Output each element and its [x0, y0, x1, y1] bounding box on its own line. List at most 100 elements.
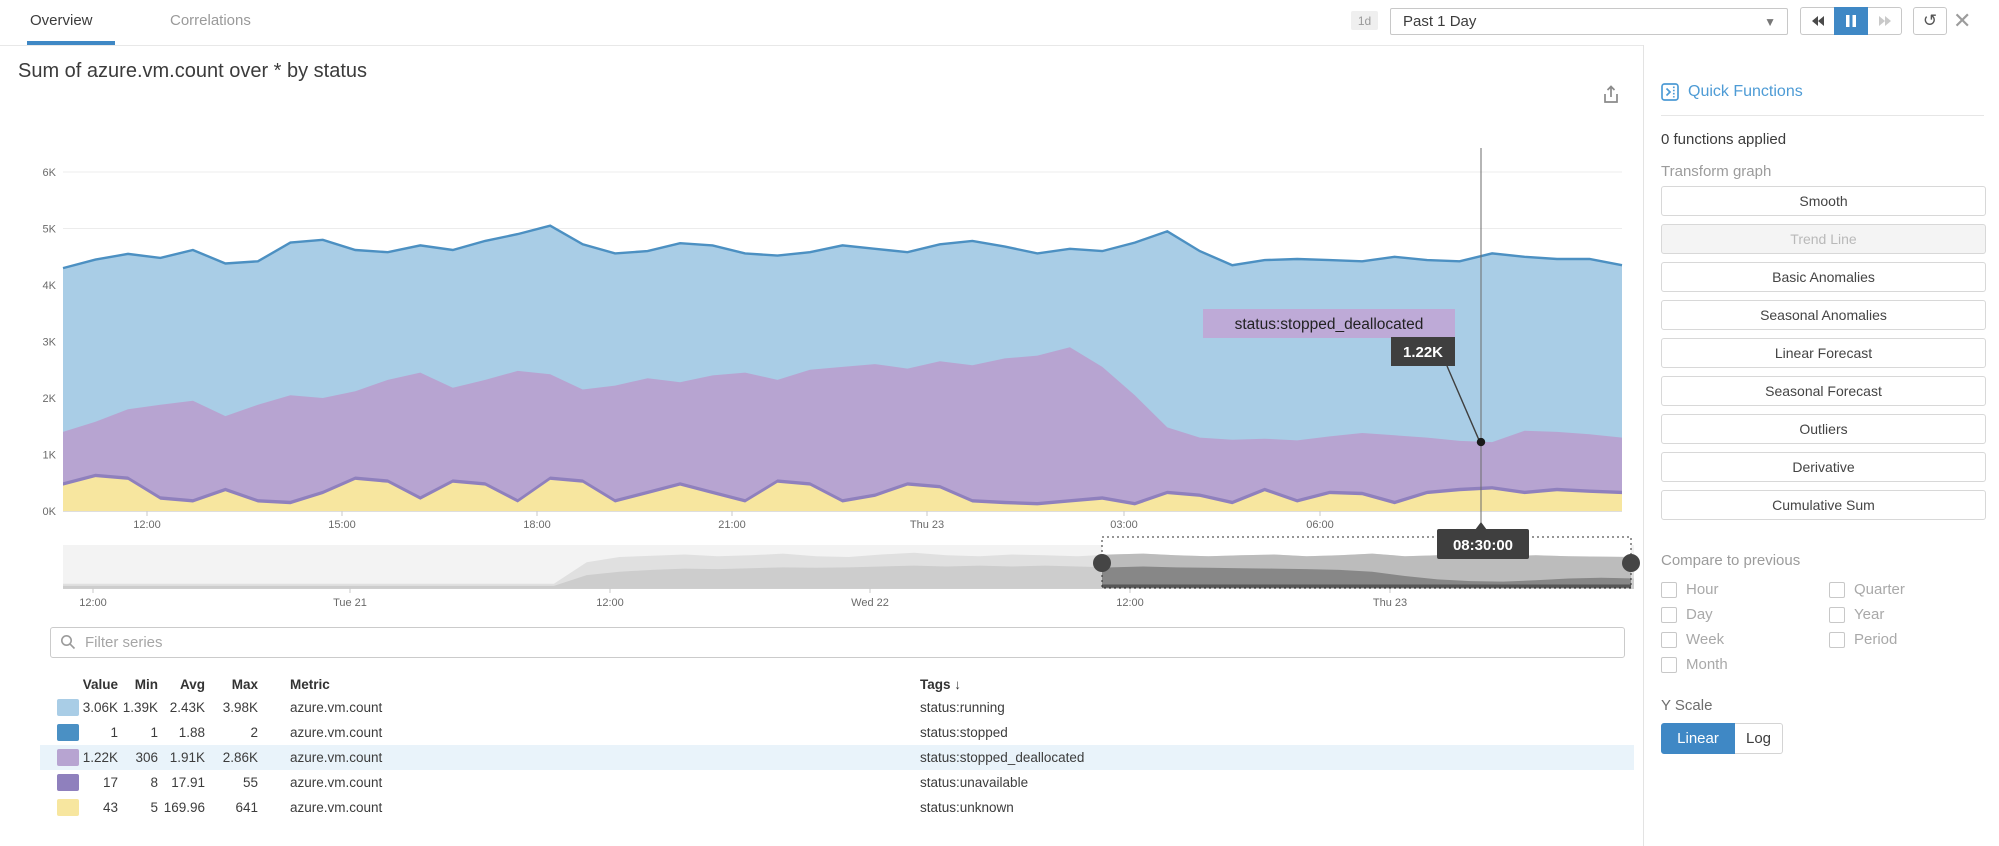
divider	[1661, 115, 1984, 116]
cell-value: 17	[40, 775, 118, 790]
series-row-status-stopped-deallocated[interactable]: 1.22K3061.91K2.86Kazure.vm.countstatus:s…	[40, 745, 1634, 770]
active-tab-underline	[27, 41, 115, 45]
compare-option-label: Quarter	[1854, 581, 1905, 598]
compare-checkbox-month[interactable]: Month	[1661, 652, 1829, 677]
transform-button-smooth[interactable]: Smooth	[1661, 186, 1986, 216]
compare-checkbox-period[interactable]: Period	[1829, 627, 1997, 652]
compare-checkbox-year[interactable]: Year	[1829, 602, 1997, 627]
minimap-axis-label: Wed 22	[851, 597, 889, 609]
cell-tags: status:unknown	[920, 800, 1014, 815]
transform-button-derivative[interactable]: Derivative	[1661, 452, 1986, 482]
svg-text:08:30:00: 08:30:00	[1453, 537, 1513, 554]
checkbox-unchecked-icon[interactable]	[1829, 632, 1845, 648]
quick-functions-title: Quick Functions	[1688, 83, 1803, 101]
cell-max: 2.86K	[207, 750, 258, 765]
minimap-axis-label: 12:00	[596, 597, 624, 609]
transform-button-seasonal-anomalies[interactable]: Seasonal Anomalies	[1661, 300, 1986, 330]
checkbox-unchecked-icon[interactable]	[1661, 582, 1677, 598]
tab-overview[interactable]: Overview	[30, 12, 93, 29]
y-scale-label: Y Scale	[1661, 697, 1712, 714]
filter-series-wrap	[50, 627, 1625, 658]
checkbox-unchecked-icon[interactable]	[1661, 632, 1677, 648]
sort-desc-icon: ↓	[954, 677, 961, 692]
compare-checkbox-hour[interactable]: Hour	[1661, 577, 1829, 602]
checkbox-unchecked-icon[interactable]	[1661, 607, 1677, 623]
cell-metric: azure.vm.count	[290, 700, 382, 715]
transform-button-linear-forecast[interactable]: Linear Forecast	[1661, 338, 1986, 368]
y-scale-log[interactable]: Log	[1735, 723, 1783, 754]
pause-button[interactable]	[1834, 7, 1868, 35]
cell-max: 55	[207, 775, 258, 790]
minimap[interactable]: 12:00Tue 2112:00Wed 2212:00Thu 23	[63, 537, 1640, 609]
series-row-status-stopped[interactable]: 111.882azure.vm.countstatus:stopped	[40, 720, 1634, 745]
refresh-button[interactable]: ↺	[1913, 7, 1947, 35]
tab-correlations[interactable]: Correlations	[170, 12, 251, 29]
brush-handle-left[interactable]	[1093, 554, 1111, 572]
col-avg: Avg	[160, 677, 205, 692]
page-title: Sum of azure.vm.count over * by status	[18, 60, 367, 83]
cell-min: 5	[120, 800, 158, 815]
compare-option-label: Week	[1686, 631, 1724, 648]
series-row-status-unavailable[interactable]: 17817.9155azure.vm.countstatus:unavailab…	[40, 770, 1634, 795]
checkbox-unchecked-icon[interactable]	[1661, 657, 1677, 673]
cell-tags: status:stopped_deallocated	[920, 750, 1084, 765]
transform-button-basic-anomalies[interactable]: Basic Anomalies	[1661, 262, 1986, 292]
y-axis-label: 3K	[43, 337, 57, 349]
y-axis-label: 5K	[43, 224, 57, 236]
checkbox-unchecked-icon[interactable]	[1829, 607, 1845, 623]
quick-functions-panel: Quick Functions 0 functions applied Tran…	[1643, 45, 1999, 846]
x-axis-label: Thu 23	[910, 519, 944, 531]
close-icon[interactable]: ✕	[1953, 8, 1971, 34]
col-tags-sort[interactable]: Tags ↓	[920, 677, 961, 692]
transform-buttons: SmoothTrend LineBasic AnomaliesSeasonal …	[1661, 186, 1986, 528]
compare-checkbox-day[interactable]: Day	[1661, 602, 1829, 627]
y-axis-label: 6K	[43, 167, 57, 179]
y-axis-label: 4K	[43, 280, 57, 292]
rewind-button[interactable]	[1800, 7, 1834, 35]
cell-min: 1.39K	[120, 700, 158, 715]
x-axis-label: 06:00	[1306, 519, 1334, 531]
col-value: Value	[40, 677, 118, 692]
compare-checkbox-quarter[interactable]: Quarter	[1829, 577, 1997, 602]
y-scale-linear[interactable]: Linear	[1661, 723, 1735, 754]
x-axis-label: 15:00	[328, 519, 356, 531]
fast-forward-button[interactable]	[1868, 7, 1902, 35]
minimap-axis-label: Tue 21	[333, 597, 367, 609]
x-axis-label: 21:00	[718, 519, 746, 531]
timeseries-chart[interactable]: 0K1K2K3K4K5K6K12:0015:0018:0021:00Thu 23…	[0, 110, 1643, 622]
minimap-axis-label: 12:00	[1116, 597, 1144, 609]
svg-text:1.22K: 1.22K	[1403, 344, 1443, 361]
transform-button-outliers[interactable]: Outliers	[1661, 414, 1986, 444]
playback-controls	[1800, 7, 1902, 35]
series-row-status-running[interactable]: 3.06K1.39K2.43K3.98Kazure.vm.countstatus…	[40, 695, 1634, 720]
filter-series-input[interactable]	[50, 627, 1625, 658]
x-axis-label: 12:00	[133, 519, 161, 531]
cell-min: 306	[120, 750, 158, 765]
brush-handle-right[interactable]	[1622, 554, 1640, 572]
search-icon	[60, 634, 76, 650]
cell-tags: status:unavailable	[920, 775, 1028, 790]
y-scale-toggle: LinearLog	[1661, 723, 1783, 754]
cell-avg: 1.91K	[160, 750, 205, 765]
compare-checkbox-week[interactable]: Week	[1661, 627, 1829, 652]
compare-option-label: Hour	[1686, 581, 1719, 598]
time-range-dropdown[interactable]: Past 1 Day ▼	[1390, 8, 1788, 35]
y-axis-label: 2K	[43, 393, 57, 405]
functions-applied-count: 0 functions applied	[1661, 131, 1786, 148]
compare-option-label: Month	[1686, 656, 1728, 673]
hover-point	[1477, 438, 1485, 446]
metric-explorer: Overview Correlations 1d Past 1 Day ▼ ↺ …	[0, 0, 1999, 846]
cell-min: 1	[120, 725, 158, 740]
series-row-status-unknown[interactable]: 435169.96641azure.vm.countstatus:unknown	[40, 795, 1634, 820]
export-icon[interactable]	[1600, 84, 1624, 108]
cell-avg: 1.88	[160, 725, 205, 740]
cell-metric: azure.vm.count	[290, 725, 382, 740]
cell-avg: 17.91	[160, 775, 205, 790]
tab-bar: Overview Correlations 1d Past 1 Day ▼ ↺ …	[0, 0, 1999, 46]
cell-avg: 2.43K	[160, 700, 205, 715]
transform-button-seasonal-forecast[interactable]: Seasonal Forecast	[1661, 376, 1986, 406]
checkbox-unchecked-icon[interactable]	[1829, 582, 1845, 598]
transform-button-cumulative-sum[interactable]: Cumulative Sum	[1661, 490, 1986, 520]
cell-avg: 169.96	[160, 800, 205, 815]
quick-functions-header[interactable]: Quick Functions	[1661, 83, 1803, 101]
